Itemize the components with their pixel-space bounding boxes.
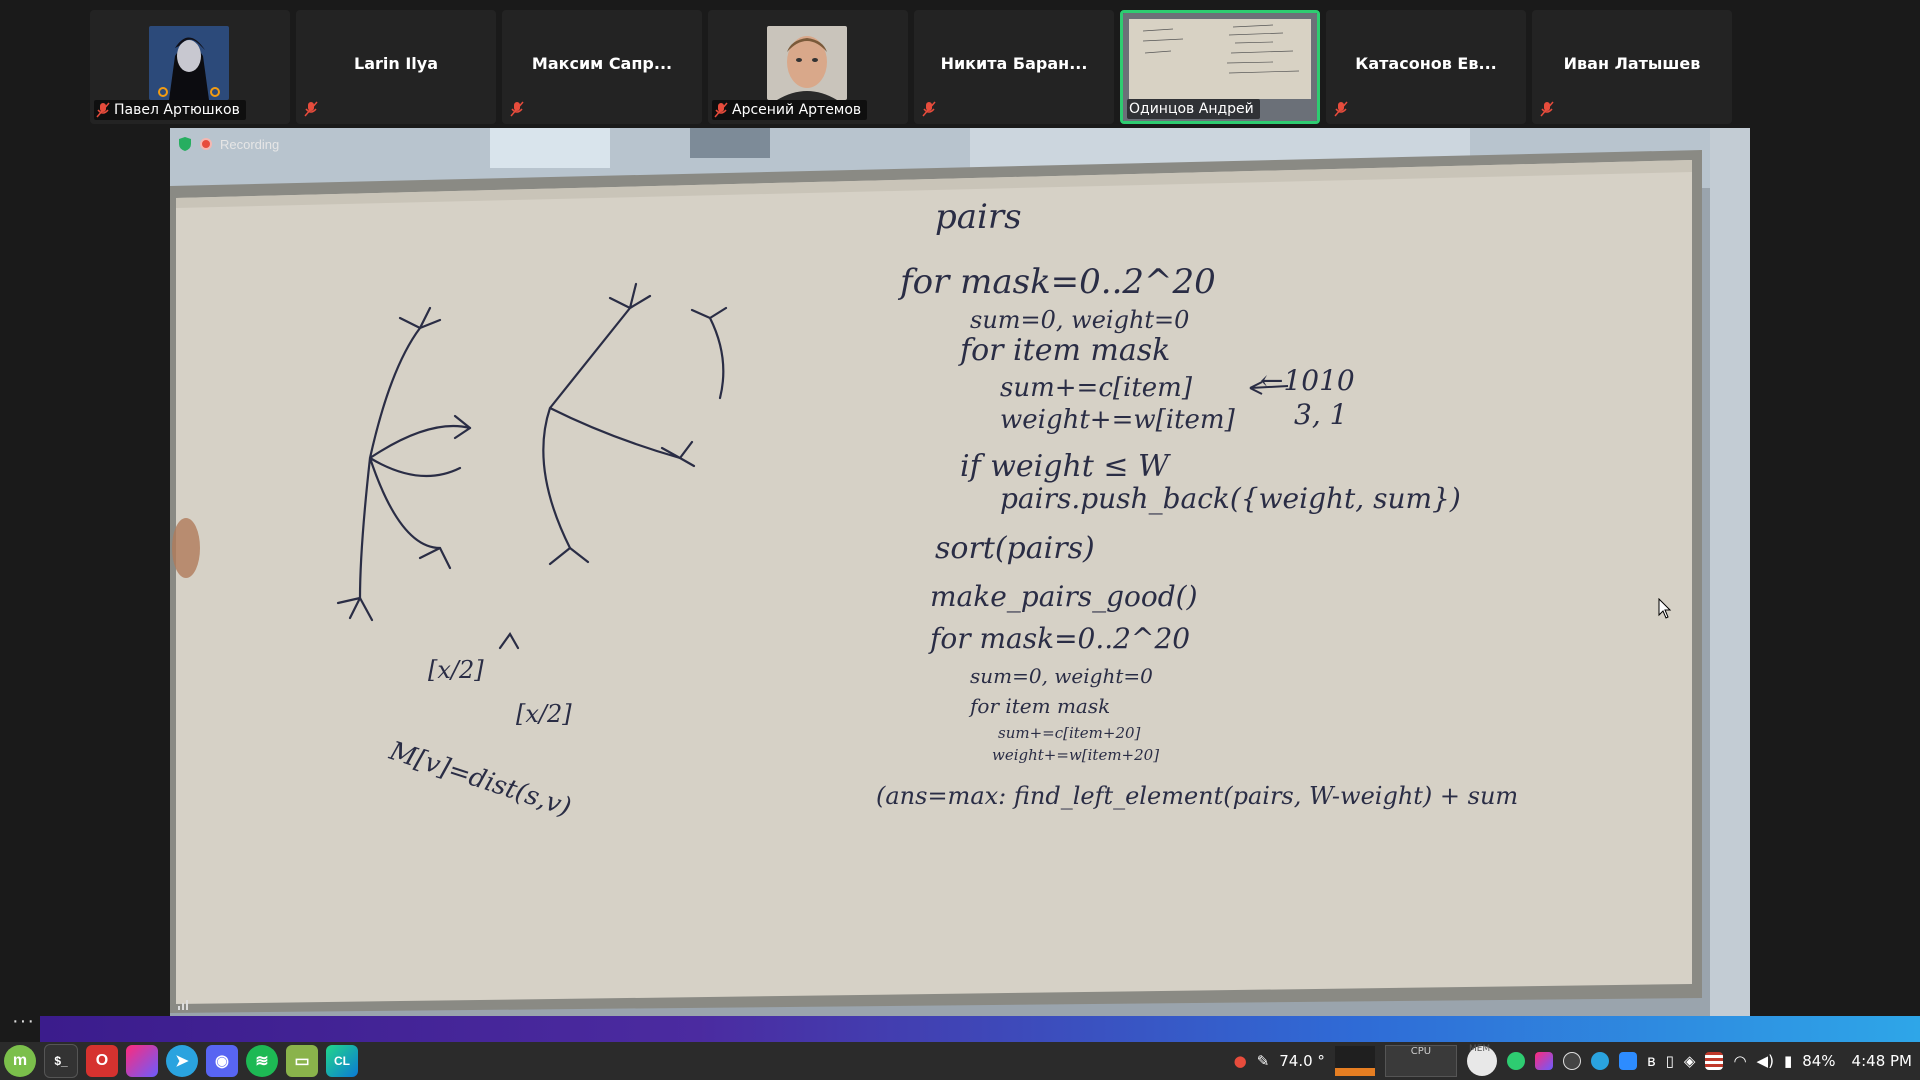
board-line: for mask=0..2^20 xyxy=(897,262,1216,302)
participant-label: Одинцов Андрей xyxy=(1127,99,1260,119)
brush-icon[interactable]: ✎ xyxy=(1257,1052,1270,1070)
board-line: make_pairs_good() xyxy=(930,580,1198,613)
mic-muted-icon xyxy=(1540,101,1554,117)
board-line: if weight ≤ W xyxy=(960,449,1171,484)
participant-name: Катасонов Ев... xyxy=(1355,54,1497,73)
participant-tile[interactable]: Павел Артюшков xyxy=(90,10,290,124)
recording-dot-icon xyxy=(200,138,212,150)
system-tray: ● ✎ 74.0 ° CPU MEM ʙ ▯ ◈ ◠ ◀) ▮ 84% 4:48… xyxy=(1234,1044,1920,1077)
recording-indicator: Recording xyxy=(178,136,279,152)
participant-name: Максим Сапр... xyxy=(531,54,673,73)
taskbar: m $_ O ➤ ◉ ≋ ▭ CL ● ✎ 74.0 ° CPU MEM ʙ ▯… xyxy=(0,1042,1920,1080)
clock[interactable]: 4:48 PM xyxy=(1852,1052,1912,1070)
temperature[interactable]: 74.0 ° xyxy=(1279,1052,1325,1070)
participant-tile[interactable]: Larin Ilya xyxy=(296,10,496,124)
telegram-tray-icon[interactable] xyxy=(1590,1052,1609,1070)
shield-tray-icon[interactable]: ◈ xyxy=(1684,1052,1696,1070)
mic-muted-icon xyxy=(510,101,524,117)
board-line: for mask=0..2^20 xyxy=(928,622,1190,655)
shield-icon xyxy=(179,137,191,151)
participant-tile[interactable]: Арсений Артемов xyxy=(708,10,908,124)
mouse-cursor-icon xyxy=(1658,598,1672,619)
mint-menu-icon[interactable]: m xyxy=(4,1045,36,1077)
board-line: 3, 1 xyxy=(1294,398,1347,431)
opera-icon[interactable]: O xyxy=(86,1045,118,1077)
temperature-graph xyxy=(1334,1046,1375,1076)
participant-name: Одинцов Андрей xyxy=(1129,101,1254,117)
cpu-label: CPU xyxy=(1410,1046,1432,1057)
spotify-icon[interactable]: ≋ xyxy=(246,1045,278,1077)
keyboard-layout-flag-icon[interactable] xyxy=(1705,1052,1724,1070)
participant-strip: Павел Артюшков Larin Ilya Максим Сапр...… xyxy=(90,10,1732,124)
more-options-icon[interactable]: ··· xyxy=(12,1010,35,1033)
mic-muted-icon xyxy=(304,101,318,117)
volume-icon[interactable]: ◀) xyxy=(1757,1052,1774,1070)
board-line: weight+=w[item] xyxy=(1000,405,1236,435)
signal-strength-icon[interactable] xyxy=(176,996,192,1012)
participant-name: Арсений Артемов xyxy=(732,102,862,118)
main-video[interactable]: pairs for mask=0..2^20 sum=0, weight=0 f… xyxy=(170,128,1750,1016)
jetbrains-toolbox-icon[interactable] xyxy=(126,1045,158,1077)
board-line: sum=0, weight=0 xyxy=(970,306,1189,334)
vpn-icon[interactable] xyxy=(1506,1052,1525,1070)
battery-percent[interactable]: 84% xyxy=(1802,1052,1835,1070)
mic-muted-icon xyxy=(922,101,936,117)
board-line: for item mask xyxy=(958,333,1170,368)
mic-muted-icon xyxy=(96,102,110,118)
files-icon[interactable]: ▭ xyxy=(286,1045,318,1077)
mic-muted-icon xyxy=(1334,101,1348,117)
bluetooth-icon[interactable]: ʙ xyxy=(1647,1052,1656,1070)
zoom-toolbar-strip xyxy=(40,1016,1920,1042)
avatar xyxy=(149,26,229,100)
participant-label: Павел Артюшков xyxy=(94,100,246,120)
terminal-icon[interactable]: $_ xyxy=(44,1044,78,1078)
jetbrains-tray-icon[interactable] xyxy=(1534,1052,1553,1070)
participant-name: Larin Ilya xyxy=(354,54,438,73)
cpu-monitor[interactable]: CPU xyxy=(1384,1045,1457,1077)
wifi-icon[interactable]: ◠ xyxy=(1733,1052,1746,1070)
participant-tile[interactable]: Никита Баран... xyxy=(914,10,1114,124)
whiteboard-writing: pairs for mask=0..2^20 sum=0, weight=0 f… xyxy=(336,197,1518,823)
telegram-icon[interactable]: ➤ xyxy=(166,1045,198,1077)
board-line: sum+=c[item] xyxy=(1000,373,1193,403)
board-line: ←1010 xyxy=(1260,364,1355,397)
memory-monitor[interactable]: MEM xyxy=(1466,1044,1497,1076)
participant-tile[interactable]: Катасонов Ев... xyxy=(1326,10,1526,124)
board-line: (ans=max: find_left_element(pairs, W-wei… xyxy=(876,782,1518,810)
board-line: pairs xyxy=(935,197,1022,237)
avatar xyxy=(767,26,847,100)
clipboard-icon[interactable]: ▯ xyxy=(1666,1052,1674,1070)
board-line: M[v]=dist(s,v) xyxy=(385,736,575,823)
board-line: [x/2] xyxy=(428,656,484,684)
participant-name: Павел Артюшков xyxy=(114,102,240,118)
board-line: sort(pairs) xyxy=(935,531,1095,566)
clion-icon[interactable]: CL xyxy=(326,1045,358,1077)
discord-icon[interactable]: ◉ xyxy=(206,1045,238,1077)
board-line: pairs.push_back({weight, sum}) xyxy=(1000,482,1461,515)
board-line: for item mask xyxy=(968,694,1110,718)
battery-icon[interactable]: ▮ xyxy=(1784,1052,1792,1070)
board-line: [x/2] xyxy=(516,700,572,728)
location-icon[interactable]: ● xyxy=(1234,1052,1247,1070)
participant-tile[interactable]: Иван Латышев xyxy=(1532,10,1732,124)
zoom-tray-icon[interactable] xyxy=(1618,1052,1637,1070)
taskbar-apps: m $_ O ➤ ◉ ≋ ▭ CL xyxy=(0,1044,358,1078)
board-line: weight+=w[item+20] xyxy=(992,746,1159,764)
board-line: sum=0, weight=0 xyxy=(970,664,1153,688)
recording-label: Recording xyxy=(220,136,280,152)
steam-icon[interactable] xyxy=(1562,1052,1581,1070)
participant-name: Иван Латышев xyxy=(1563,54,1701,73)
participant-tile[interactable]: Максим Сапр... xyxy=(502,10,702,124)
mic-muted-icon xyxy=(714,102,728,118)
participant-name: Никита Баран... xyxy=(940,54,1088,73)
mem-label: MEM xyxy=(1468,1044,1491,1054)
participant-tile-active-speaker[interactable]: Одинцов Андрей xyxy=(1120,10,1320,124)
board-line: sum+=c[item+20] xyxy=(998,724,1141,742)
participant-label: Арсений Артемов xyxy=(712,100,868,120)
